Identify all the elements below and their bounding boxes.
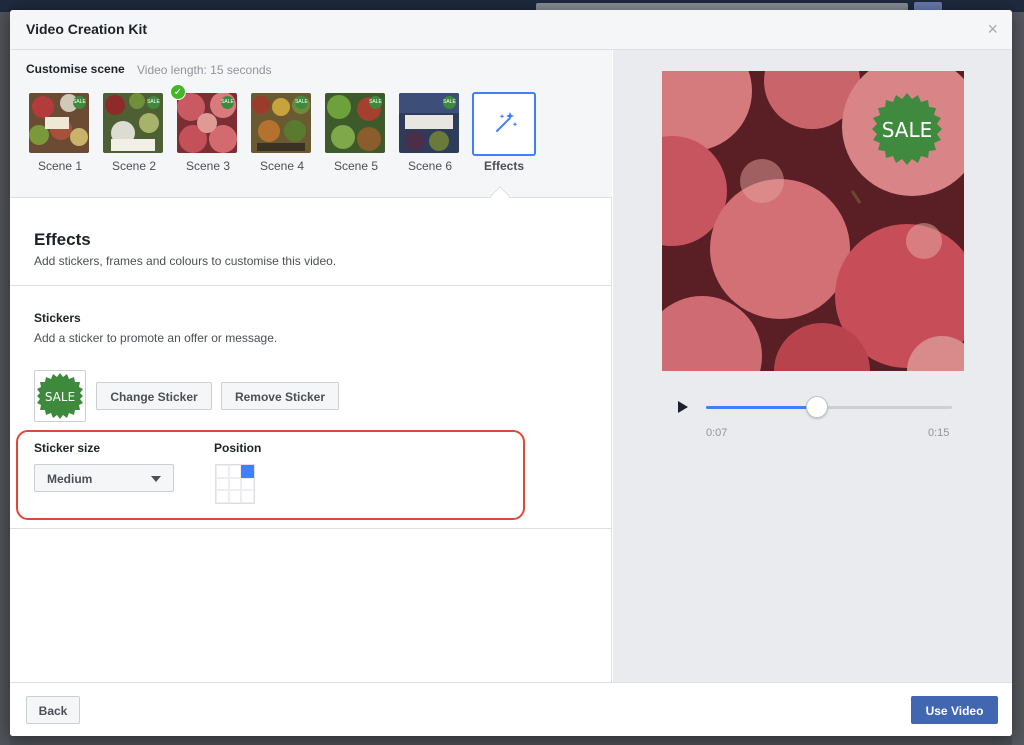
scene-thumbnail: SALE xyxy=(177,93,237,153)
scene-thumb-1[interactable]: SALE Scene 1 xyxy=(29,93,91,173)
position-cell-top-center[interactable] xyxy=(228,465,242,478)
scene-strip: Customise scene Video length: 15 seconds… xyxy=(10,50,612,206)
current-time: 0:07 xyxy=(706,427,728,439)
position-cell-middle-right[interactable] xyxy=(241,477,254,491)
scene-label: Scene 1 xyxy=(37,159,83,173)
customise-pane: Customise scene Video length: 15 seconds… xyxy=(10,50,612,682)
position-cell-middle-center[interactable] xyxy=(228,477,242,491)
magic-wand-icon xyxy=(496,112,518,132)
background-left-column xyxy=(0,12,10,745)
effects-header: Effects Add stickers, frames and colours… xyxy=(34,230,336,268)
scrubber-progress xyxy=(706,406,817,409)
scrubber-handle[interactable] xyxy=(805,396,828,418)
scene-label: Scene 3 xyxy=(185,159,231,173)
scene-thumb-6[interactable]: SALE Scene 6 xyxy=(399,93,461,173)
sticker-size-label: Sticker size xyxy=(34,441,101,455)
sticker-preview: SALE xyxy=(34,370,86,422)
total-time: 0:15 xyxy=(928,427,950,439)
use-video-button[interactable]: Use Video xyxy=(911,696,998,724)
position-cell-middle-left[interactable] xyxy=(216,477,229,491)
scene-thumbnail: SALE xyxy=(399,93,459,153)
scene-label: Scene 5 xyxy=(333,159,379,173)
video-creation-dialog: Video Creation Kit × Customise scene Vid… xyxy=(10,10,1012,736)
dialog-footer: Back Use Video xyxy=(10,682,1012,736)
mini-sale-sticker: SALE xyxy=(221,96,234,109)
video-scrubber[interactable] xyxy=(706,396,952,418)
active-tab-caret xyxy=(490,186,510,206)
sticker-preview-text: SALE xyxy=(45,390,75,404)
video-preview: SALE xyxy=(662,71,964,371)
dialog-title: Video Creation Kit xyxy=(26,21,148,37)
play-icon[interactable] xyxy=(678,401,688,413)
sticker-size-value: Medium xyxy=(47,472,93,486)
scene-thumbnail: SALE xyxy=(103,93,163,153)
mini-sale-sticker: SALE xyxy=(295,96,308,109)
background-right-column xyxy=(1012,12,1024,745)
scene-thumb-5[interactable]: SALE Scene 5 xyxy=(325,93,387,173)
sticker-size-select[interactable]: Medium xyxy=(34,464,174,492)
selected-check-icon: ✓ xyxy=(170,84,186,100)
mini-sale-sticker: SALE xyxy=(443,96,456,109)
close-icon[interactable]: × xyxy=(987,20,998,38)
position-label: Position xyxy=(214,441,262,455)
scene-thumb-3[interactable]: SALE ✓ Scene 3 xyxy=(170,84,239,173)
remove-sticker-button[interactable]: Remove Sticker xyxy=(221,382,339,410)
scene-label: Scene 4 xyxy=(259,159,305,173)
position-grid xyxy=(215,464,255,504)
divider xyxy=(10,285,612,286)
position-cell-top-right[interactable] xyxy=(241,465,254,478)
stickers-subtitle: Add a sticker to promote an offer or mes… xyxy=(34,331,278,345)
dialog-header: Video Creation Kit × xyxy=(10,10,1012,50)
scene-label: Scene 2 xyxy=(111,159,157,173)
position-cell-bottom-center[interactable] xyxy=(228,490,242,503)
effects-tab-label: Effects xyxy=(483,159,524,173)
scene-label: Scene 6 xyxy=(407,159,453,173)
effects-title: Effects xyxy=(34,230,91,249)
dropdown-arrow-icon xyxy=(151,476,161,482)
stickers-title: Stickers xyxy=(34,311,81,325)
video-length-label: Video length: 15 seconds xyxy=(137,63,272,77)
divider xyxy=(10,528,612,529)
scene-thumbnail: SALE xyxy=(325,93,385,153)
scene-thumbnail: SALE xyxy=(251,93,311,153)
position-cell-bottom-left[interactable] xyxy=(216,490,229,503)
customise-scene-title: Customise scene xyxy=(26,62,125,76)
scene-thumbnail: SALE xyxy=(29,93,89,153)
mini-sale-sticker: SALE xyxy=(73,96,86,109)
scene-thumb-2[interactable]: SALE Scene 2 xyxy=(103,93,165,173)
effects-tab[interactable] xyxy=(472,92,536,156)
mini-sale-sticker: SALE xyxy=(147,96,160,109)
mini-sale-sticker: SALE xyxy=(369,96,382,109)
effects-subtitle: Add stickers, frames and colours to cust… xyxy=(34,254,337,268)
position-cell-top-left[interactable] xyxy=(216,465,229,478)
video-sticker-text: SALE xyxy=(882,118,933,142)
back-button[interactable]: Back xyxy=(26,696,80,724)
change-sticker-button[interactable]: Change Sticker xyxy=(96,382,212,410)
position-cell-bottom-right[interactable] xyxy=(241,490,254,503)
preview-pane: SALE 0:07 0:15 xyxy=(613,50,1012,682)
scene-thumb-4[interactable]: SALE Scene 4 xyxy=(251,93,313,173)
